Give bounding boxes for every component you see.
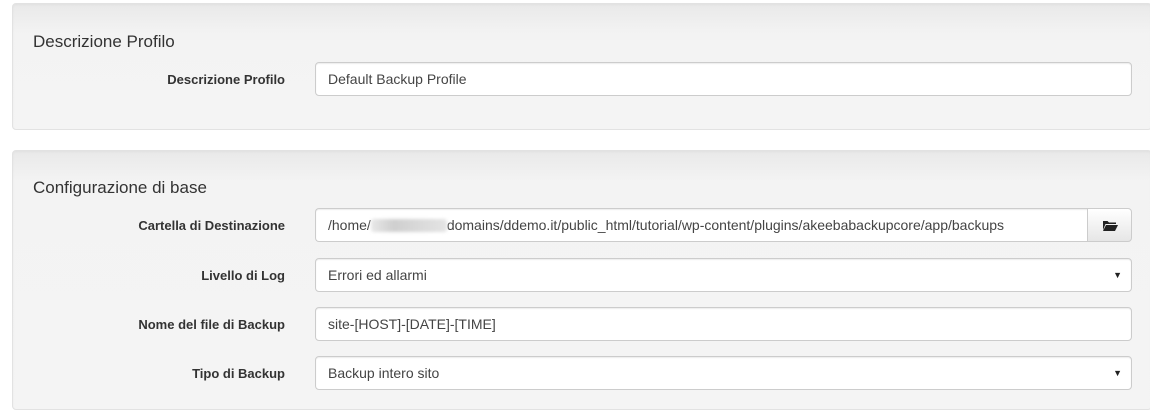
backup-type-value: Backup intero sito [328,365,440,381]
log-level-row: Livello di Log Errori ed allarmi ▼ [13,258,1150,292]
redacted-username [370,219,447,232]
log-level-label: Livello di Log [201,268,285,283]
log-level-value: Errori ed allarmi [328,267,427,283]
output-directory-row: Cartella di Destinazione /home/domains/d… [13,208,1150,242]
backup-type-row: Tipo di Backup Backup intero sito ▼ [13,356,1150,390]
profile-description-row: Descrizione Profilo Default Backup Profi… [13,62,1150,96]
basic-section-title: Configurazione di base [33,178,207,197]
browse-folder-button[interactable] [1087,208,1132,242]
backup-type-select[interactable]: Backup intero sito ▼ [315,356,1132,390]
dropdown-arrow-icon: ▼ [1113,368,1122,378]
backup-type-label: Tipo di Backup [192,366,285,381]
profile-section-title: Descrizione Profilo [33,32,175,51]
profile-description-input[interactable]: Default Backup Profile [315,62,1132,96]
archive-name-value: site-[HOST]-[DATE]-[TIME] [328,316,496,332]
output-directory-label: Cartella di Destinazione [138,218,285,233]
profile-description-panel: Descrizione Profilo Descrizione Profilo … [12,3,1150,130]
folder-open-icon [1102,220,1118,231]
archive-name-label: Nome del file di Backup [138,317,285,332]
basic-configuration-panel: Configurazione di base Cartella di Desti… [12,150,1150,410]
output-directory-suffix: domains/ddemo.it/public_html/tutorial/wp… [446,217,1005,233]
profile-description-label: Descrizione Profilo [167,72,285,87]
output-directory-input[interactable]: /home/domains/ddemo.it/public_html/tutor… [315,208,1088,242]
dropdown-arrow-icon: ▼ [1113,270,1122,280]
archive-name-row: Nome del file di Backup site-[HOST]-[DAT… [13,307,1150,341]
log-level-select[interactable]: Errori ed allarmi ▼ [315,258,1132,292]
profile-description-value: Default Backup Profile [328,71,467,87]
output-directory-prefix: /home/ [328,217,371,233]
archive-name-input[interactable]: site-[HOST]-[DATE]-[TIME] [315,307,1132,341]
